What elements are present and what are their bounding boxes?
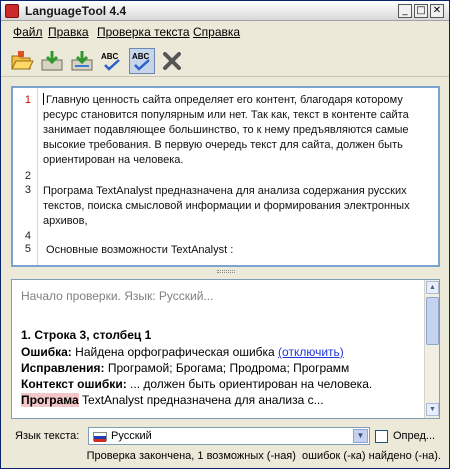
scroll-down-icon[interactable]: ▼	[426, 403, 439, 416]
corrections-label: Исправления:	[21, 361, 105, 375]
context-text: ... должен быть ориентирован на человека…	[126, 377, 373, 391]
editor-line: занимает подавляющее большинство, то к н…	[43, 124, 409, 136]
context-line: Контекст ошибки: ... должен быть ориенти…	[21, 376, 372, 392]
menu-file[interactable]: Файл	[13, 25, 43, 39]
splitter-grip	[217, 270, 235, 273]
main-window: LanguageTool 4.4 _ □ ✕ Файл Правка Прове…	[0, 0, 450, 469]
text-caret	[43, 93, 44, 105]
autodetect-checkbox[interactable]	[375, 430, 388, 443]
svg-text:ABC: ABC	[101, 52, 119, 61]
corrections-line: Исправления: Програмой; Брогама; Продром…	[21, 360, 349, 376]
close-window-button[interactable]: ✕	[430, 4, 444, 18]
editor-line: архивов,	[43, 215, 88, 227]
editor-text: Главную ценность сайта определяет его ко…	[43, 93, 433, 256]
language-select[interactable]: Русский ▼	[88, 427, 370, 445]
editor-line: высокие требования. В первую очередь тек…	[43, 139, 403, 151]
spellcheck-icon[interactable]: ABC	[99, 48, 125, 74]
language-bar: Язык текста: Русский ▼ Опред...	[1, 425, 449, 447]
menu-edit[interactable]: Правка	[48, 25, 89, 39]
line-number: 4	[24, 230, 31, 242]
editor-line: текстов, поиска смысловой информации и ф…	[43, 200, 410, 212]
maximize-button[interactable]: □	[414, 4, 428, 18]
chevron-down-icon[interactable]: ▼	[353, 429, 368, 443]
language-label: Язык текста:	[15, 430, 80, 442]
corrections-text: Програмой; Брогама; Продрома; Программ	[104, 361, 350, 375]
spellcheck-auto-icon[interactable]: ABC	[129, 48, 155, 74]
minimize-button[interactable]: _	[398, 4, 412, 18]
status-bar-text: Проверка закончена, 1 возможных (-ная) о…	[86, 450, 441, 462]
error-description: Ошибка: Найдена орфографическая ошибка (…	[21, 344, 344, 360]
russia-flag-icon	[93, 432, 107, 442]
line-number: 1	[24, 94, 31, 106]
disable-rule-link[interactable]: (отключить)	[278, 345, 344, 359]
app-icon	[5, 4, 19, 18]
check-status-line: Начало проверки. Язык: Русский...	[21, 289, 214, 303]
save-icon[interactable]	[39, 48, 65, 74]
editor-line: ориентирован на человека.	[43, 154, 184, 166]
scroll-up-icon[interactable]: ▲	[426, 281, 439, 294]
context-text-2: TextAnalyst предназначена для анализа с.…	[78, 393, 324, 407]
context-label: Контекст ошибки:	[21, 377, 127, 391]
error-word-highlight: Програма	[21, 393, 79, 407]
line-number: 2	[24, 170, 31, 182]
error-header: 1. Строка 3, столбец 1	[21, 328, 152, 342]
context-line-2: Програма TextAnalyst предназначена для а…	[21, 392, 324, 408]
title-bar: LanguageTool 4.4 _ □ ✕	[1, 1, 449, 21]
window-title: LanguageTool 4.4	[25, 4, 127, 18]
menu-bar: Файл Правка Проверка текста Справка	[1, 22, 449, 42]
error-text: Найдена орфографическая ошибка	[71, 345, 279, 359]
line-number: 3	[24, 184, 31, 196]
language-selected: Русский	[111, 430, 152, 442]
results-scrollbar[interactable]: ▲ ▼	[424, 280, 439, 418]
results-pane: Начало проверки. Язык: Русский... 1. Стр…	[11, 279, 440, 419]
line-number: 5	[24, 243, 31, 255]
save-as-icon[interactable]	[69, 48, 95, 74]
scroll-thumb[interactable]	[426, 297, 439, 345]
split-pane-divider[interactable]	[11, 269, 440, 275]
line-number-gutter: 1 2 3 4 5	[13, 88, 38, 265]
close-icon[interactable]	[159, 48, 185, 74]
editor-line: ресурс становится популярным или нет. Та…	[43, 109, 409, 121]
menu-check-text[interactable]: Проверка текста	[97, 25, 190, 39]
open-folder-icon[interactable]	[9, 48, 35, 74]
toolbar: ABC ABC	[1, 43, 449, 77]
menu-help[interactable]: Справка	[193, 25, 240, 39]
svg-text:ABC: ABC	[132, 52, 150, 61]
error-label: Ошибка:	[21, 345, 72, 359]
editor-line: Главную ценность сайта определяет его ко…	[46, 94, 403, 106]
text-editor[interactable]: 1 2 3 4 5 Главную ценность сайта определ…	[11, 86, 440, 267]
editor-line: Програма TextAnalyst предназначена для а…	[43, 185, 407, 197]
autodetect-label: Опред...	[393, 430, 436, 442]
editor-line: Основные возможности TextAnalyst :	[43, 244, 234, 256]
